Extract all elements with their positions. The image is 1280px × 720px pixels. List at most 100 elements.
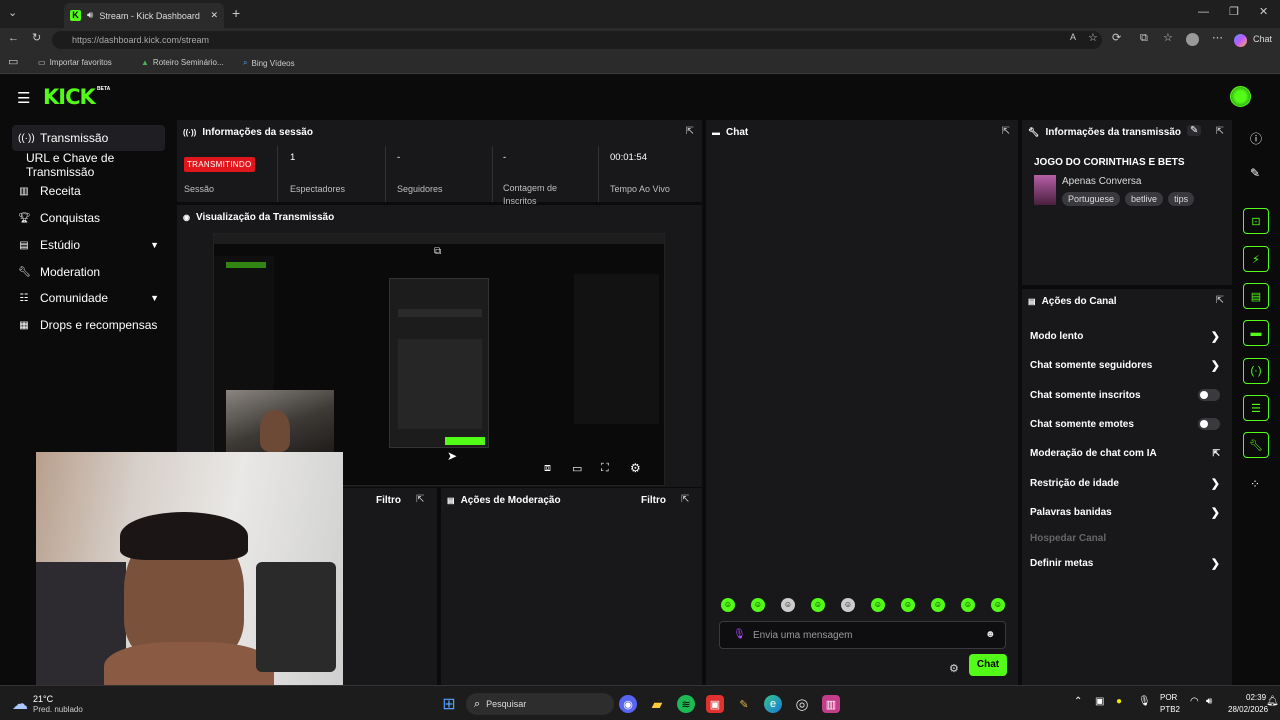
sidebar-item-transmissao[interactable]: ((·)) Transmissão <box>12 125 165 151</box>
filter-button[interactable]: Filtro <box>641 495 666 506</box>
action-ai-moderation[interactable]: Moderação de chat com IA ⇱ <box>1030 443 1226 463</box>
popout-icon[interactable]: ⇱ <box>1216 295 1224 306</box>
emote-icon[interactable]: ☺ <box>961 598 975 612</box>
fullscreen-icon[interactable]: ⛶ <box>601 462 609 475</box>
copilot-icon[interactable] <box>1234 34 1247 47</box>
action-slow-mode[interactable]: Modo lento ❯ <box>1030 326 1226 346</box>
sidebar-item-comunidade[interactable]: ☷ Comunidade ▼ <box>12 285 165 311</box>
favorites-list-icon[interactable]: ☆ <box>1163 33 1173 44</box>
emotes-only-toggle[interactable] <box>1198 418 1220 430</box>
action-age-restriction[interactable]: Restrição de idade ❯ <box>1030 473 1226 493</box>
profile-avatar[interactable] <box>1186 33 1199 46</box>
keyboard-layout[interactable]: PTB2 <box>1160 705 1180 714</box>
emote-icon[interactable]: ☺ <box>991 598 1005 612</box>
obs-icon[interactable]: ◎ <box>793 695 811 713</box>
volume-icon[interactable]: 🔊︎ <box>1206 696 1212 707</box>
reload-icon[interactable]: ↻ <box>32 33 41 44</box>
minimize-icon[interactable]: — <box>1198 7 1209 18</box>
pip-icon[interactable]: ⧈ <box>544 462 551 475</box>
spotify-icon[interactable]: ≋ <box>677 695 695 713</box>
split-icon[interactable]: ⧉ <box>1140 33 1148 44</box>
more-menu-icon[interactable]: ⋯ <box>1212 33 1223 44</box>
edit-pencil-icon[interactable]: ✎ <box>1187 125 1202 136</box>
chat-send-button[interactable]: Chat <box>969 654 1007 676</box>
sidebar-toggle-icon[interactable]: ▭ <box>8 57 18 68</box>
emote-icon[interactable]: ☺ <box>901 598 915 612</box>
rail-button-camera[interactable]: ⊡ <box>1243 208 1269 234</box>
extensions-icon[interactable]: ⟳ <box>1112 33 1121 44</box>
browser-tab[interactable]: K 🔊︎ Stream - Kick Dashboard ✕ <box>64 3 224 28</box>
emote-icon[interactable]: ☺ <box>841 598 855 612</box>
copilot-chat-button[interactable]: Chat <box>1253 34 1272 44</box>
window-close-icon[interactable]: ✕ <box>1259 7 1268 18</box>
tray-chevron-up-icon[interactable]: ⌃ <box>1074 696 1082 707</box>
exit-fullscreen-icon[interactable]: ⧉ <box>434 246 441 257</box>
action-banned-words[interactable]: Palavras banidas ❯ <box>1030 502 1226 522</box>
sidebar-item-estudio[interactable]: ▤ Estúdio ▼ <box>12 232 165 258</box>
read-aloud-icon[interactable]: A <box>1070 33 1076 42</box>
maximize-icon[interactable]: ❐ <box>1229 7 1239 18</box>
back-icon[interactable]: ← <box>8 33 19 44</box>
emote-icon[interactable]: ☺ <box>781 598 795 612</box>
info-icon[interactable]: ⓘ <box>1250 130 1262 147</box>
subscribers-only-toggle[interactable] <box>1198 389 1220 401</box>
rail-button-list[interactable]: ☰ <box>1243 395 1269 421</box>
rail-button-lightning[interactable]: ⚡︎ <box>1243 246 1269 272</box>
keyboard-language[interactable]: POR <box>1160 693 1177 702</box>
clock-time[interactable]: 02:39 <box>1246 693 1266 702</box>
favorite-roteiro[interactable]: ▲ Roteiro Seminário... <box>141 58 224 67</box>
emote-icon[interactable]: ☺ <box>751 598 765 612</box>
popout-icon[interactable]: ⇱ <box>416 494 424 505</box>
windows-start-icon[interactable]: ⊞ <box>440 695 458 713</box>
tray-app-icon[interactable]: ▣ <box>1095 696 1104 707</box>
tray-yellow-icon[interactable]: ● <box>1116 696 1122 707</box>
user-avatar[interactable] <box>1230 86 1251 107</box>
more-apps-icon[interactable]: ⁘ <box>1250 477 1260 491</box>
taskbar-search-input[interactable]: ⌕ Pesquisar <box>466 693 614 715</box>
hamburger-menu-icon[interactable]: ☰ <box>17 89 30 107</box>
url-input[interactable]: https://dashboard.kick.com/stream <box>52 31 1102 49</box>
sidebar-item-drops[interactable]: ▦ Drops e recompensas <box>12 312 165 338</box>
rail-button-chat[interactable]: ▬ <box>1243 320 1269 346</box>
tray-microphone-icon[interactable]: 🎙︎ <box>1138 696 1151 707</box>
app-notes-icon[interactable]: ✎ <box>735 695 753 713</box>
settings-gear-icon[interactable]: ⚙ <box>630 461 641 475</box>
popout-icon[interactable]: ⇱ <box>686 126 694 137</box>
app-active-icon[interactable]: ▥ <box>822 695 840 713</box>
kick-logo[interactable]: KICK <box>43 85 96 109</box>
emote-icon[interactable]: ☺ <box>871 598 885 612</box>
notification-bell-icon[interactable]: 🔔︎ <box>1266 696 1279 707</box>
wifi-icon[interactable]: ◠ <box>1190 696 1199 707</box>
edge-browser-icon[interactable]: e <box>764 695 782 713</box>
emote-icon[interactable]: ☺ <box>721 598 735 612</box>
favorite-import[interactable]: ▭ Importar favoritos <box>38 58 112 67</box>
weather-cloud-icon[interactable]: ☁︎ <box>12 694 28 714</box>
rail-button-wrench[interactable]: 🔧︎ <box>1243 432 1269 458</box>
chat-settings-icon[interactable]: ⚙ <box>949 662 959 675</box>
microphone-icon[interactable]: 🎙︎ <box>733 629 746 640</box>
sidebar-item-url-chave[interactable]: URL e Chave de Transmissão <box>20 151 173 179</box>
sidebar-item-moderation[interactable]: 🔧︎ Moderation <box>12 259 165 285</box>
action-followers-only[interactable]: Chat somente seguidores ❯ <box>1030 355 1226 375</box>
sidebar-item-conquistas[interactable]: 🏆︎ Conquistas <box>12 205 165 231</box>
sidebar-item-receita[interactable]: ▥ Receita <box>12 178 165 204</box>
emoji-icon[interactable]: ☻ <box>985 629 996 640</box>
popout-icon[interactable]: ⇱ <box>1002 126 1010 137</box>
filter-button[interactable]: Filtro <box>376 495 401 506</box>
emote-icon[interactable]: ☺ <box>811 598 825 612</box>
favorite-bing[interactable]: ⌕ Bing Vídeos <box>243 58 295 68</box>
emote-icon[interactable]: ☺ <box>931 598 945 612</box>
tab-menu-icon[interactable]: ⌄ <box>8 8 17 19</box>
rail-button-document[interactable]: ▤ <box>1243 283 1269 309</box>
action-set-goals[interactable]: Definir metas ❯ <box>1030 553 1226 573</box>
theater-icon[interactable]: ▭ <box>572 462 582 475</box>
edit-pencil-icon[interactable]: ✎ <box>1250 166 1260 180</box>
category-name[interactable]: Apenas Conversa <box>1062 176 1142 187</box>
new-tab-button[interactable]: + <box>232 6 240 20</box>
rail-button-broadcast[interactable]: (·) <box>1243 358 1269 384</box>
close-tab-icon[interactable]: ✕ <box>210 10 218 21</box>
discord-icon[interactable]: ◉ <box>619 695 637 713</box>
app-red-icon[interactable]: ▣ <box>706 695 724 713</box>
favorite-star-icon[interactable]: ☆ <box>1088 33 1098 44</box>
popout-icon[interactable]: ⇱ <box>681 494 689 505</box>
